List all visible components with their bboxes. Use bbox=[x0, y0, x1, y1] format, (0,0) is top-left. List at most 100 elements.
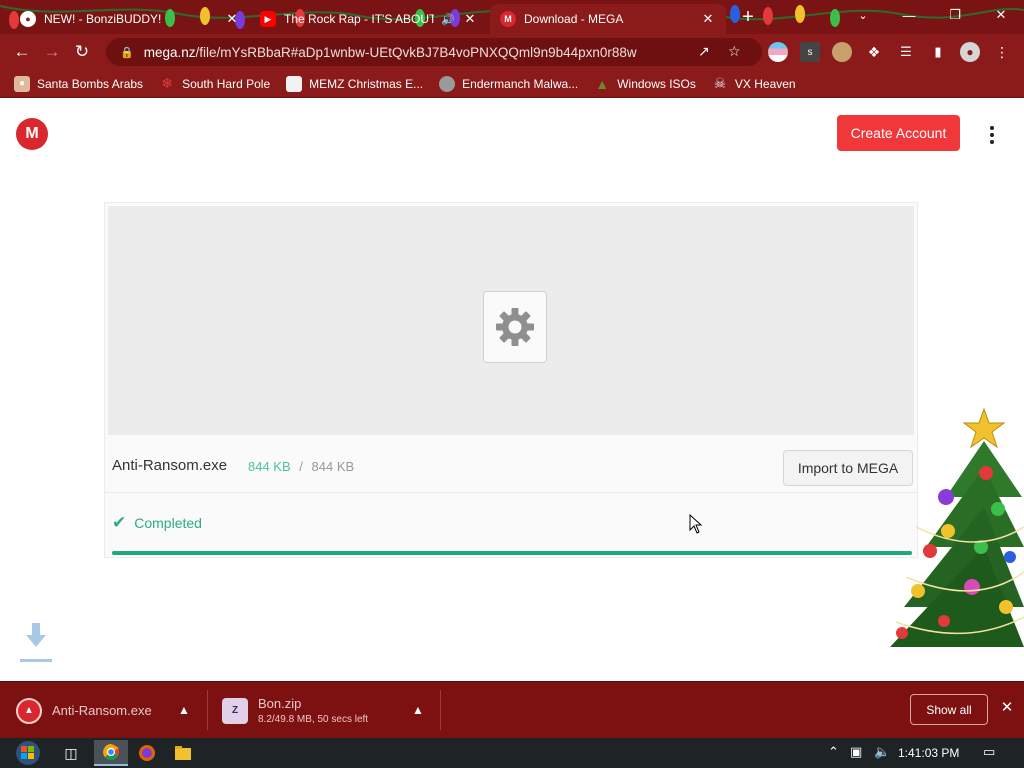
progress-bar-fill bbox=[112, 551, 912, 555]
minimize-icon[interactable]: — bbox=[886, 0, 932, 30]
divider bbox=[207, 690, 208, 730]
url-text[interactable]: mega.nz/file/mYsRBbaR#aDp1wnbw-UEtQvkBJ7… bbox=[144, 45, 684, 60]
close-icon[interactable]: ✕ bbox=[997, 698, 1017, 720]
flag-extension-icon[interactable] bbox=[768, 42, 788, 62]
show-all-button[interactable]: Show all bbox=[910, 694, 988, 725]
download-item[interactable]: ▲ Anti-Ransom.exe ▲ bbox=[16, 682, 196, 739]
folder-icon bbox=[175, 746, 191, 760]
size-separator: / bbox=[299, 459, 303, 474]
bookmarks-bar: ● Santa Bombs Arabs ❄ South Hard Pole ME… bbox=[0, 70, 1024, 98]
side-panel-icon[interactable]: ▮ bbox=[928, 42, 948, 62]
progress-bar bbox=[112, 551, 912, 555]
bookmark-label: Endermanch Malwa... bbox=[462, 76, 579, 91]
download-text: Bon.zip 8.2/49.8 MB, 50 secs left bbox=[258, 696, 368, 725]
checkmark-icon: ✔ bbox=[112, 513, 127, 532]
bookmark-vx-heaven[interactable]: ☠ VX Heaven bbox=[712, 75, 796, 92]
bookmark-label: Windows ISOs bbox=[617, 76, 696, 91]
share-icon[interactable]: ↗ bbox=[698, 43, 710, 60]
close-icon[interactable]: ✕ bbox=[462, 11, 478, 27]
raccoon-icon bbox=[439, 75, 456, 92]
bookmark-santa-bombs[interactable]: ● Santa Bombs Arabs bbox=[14, 75, 144, 92]
close-icon[interactable]: ✕ bbox=[700, 11, 716, 27]
tab-search-icon[interactable]: ⌄ bbox=[852, 4, 874, 26]
bookmark-label: Santa Bombs Arabs bbox=[37, 76, 144, 91]
santa-icon: ● bbox=[14, 75, 30, 92]
s-extension-icon[interactable]: s bbox=[800, 42, 820, 62]
download-name: Anti-Ransom.exe bbox=[52, 703, 152, 718]
download-name: Bon.zip bbox=[258, 696, 302, 711]
tab-mega-download[interactable]: M Download - MEGA ✕ bbox=[490, 4, 726, 34]
gear-icon bbox=[496, 308, 534, 346]
avatar[interactable]: ● bbox=[960, 42, 980, 62]
lock-icon[interactable]: 🔒 bbox=[120, 46, 134, 59]
download-card: Anti-Ransom.exe 844 KB / 844 KB Import t… bbox=[104, 202, 918, 558]
globe-icon: ● bbox=[20, 11, 36, 27]
mega-logo[interactable]: M bbox=[16, 118, 48, 150]
tab-title: NEW! - BonziBUDDY! bbox=[44, 12, 162, 26]
download-shelf: ▲ Anti-Ransom.exe ▲ Z Bon.zip 8.2/49.8 M… bbox=[0, 681, 1024, 738]
snowflake-icon: ❄ bbox=[161, 75, 173, 91]
bookmark-label: South Hard Pole bbox=[182, 76, 271, 91]
taskbar-clock[interactable]: 1:41:03 PM bbox=[898, 738, 959, 768]
zip-icon: Z bbox=[222, 697, 248, 724]
tree-icon: ▲ bbox=[595, 75, 610, 92]
mouse-cursor-icon bbox=[689, 514, 703, 534]
create-account-button[interactable]: Create Account bbox=[837, 115, 960, 151]
restore-icon[interactable]: ❐ bbox=[932, 0, 978, 30]
reload-icon[interactable]: ↻ bbox=[67, 37, 97, 67]
bookmark-star-icon[interactable]: ☆ bbox=[728, 43, 741, 60]
tab-title: The Rock Rap - IT'S ABOUT bbox=[284, 12, 434, 26]
bookmark-memz[interactable]: MEMZ Christmas E... bbox=[286, 75, 424, 92]
file-size: 844 KB / 844 KB bbox=[248, 459, 354, 474]
show-hidden-icons-icon[interactable]: ⌃ bbox=[828, 744, 839, 760]
chevron-up-icon[interactable]: ▲ bbox=[412, 703, 424, 717]
chrome-menu-icon[interactable]: ⋮ bbox=[992, 42, 1012, 62]
tab-rock-rap[interactable]: ▶ The Rock Rap - IT'S ABOUT 🔊 ✕ bbox=[250, 4, 488, 34]
tab-title: Download - MEGA bbox=[524, 12, 624, 26]
more-options-icon[interactable] bbox=[983, 123, 1001, 147]
bookmark-south-hard-pole[interactable]: ❄ South Hard Pole bbox=[159, 75, 271, 92]
profile-extension-icon[interactable] bbox=[832, 42, 852, 62]
puzzle-extensions-icon[interactable]: ❖ bbox=[864, 42, 884, 62]
back-icon[interactable]: ← bbox=[7, 37, 37, 67]
network-icon[interactable]: ▣ bbox=[850, 744, 862, 760]
forward-icon[interactable]: → bbox=[37, 37, 67, 67]
tab-bonzibuddy[interactable]: ● NEW! - BonziBUDDY! ✕ bbox=[10, 4, 250, 34]
downloaded-size: 844 KB bbox=[248, 459, 291, 474]
christmas-tree-decoration bbox=[890, 407, 1024, 647]
url-path: /file/mYsRBbaR#aDp1wnbw-UEtQvkBJ7B4voPNX… bbox=[195, 44, 637, 60]
volume-icon[interactable]: 🔈 bbox=[874, 744, 890, 760]
media-queue-icon[interactable]: ☰ bbox=[896, 42, 916, 62]
tab-strip: ● NEW! - BonziBUDDY! ✕ ▶ The Rock Rap - … bbox=[0, 0, 1024, 34]
new-tab-button[interactable]: + bbox=[736, 6, 760, 28]
chrome-taskbar-icon[interactable] bbox=[94, 740, 128, 766]
mega-page: M Create Account Anti-Ransom.exe 844 KB … bbox=[0, 99, 1024, 681]
chevron-up-icon[interactable]: ▲ bbox=[178, 703, 190, 717]
address-bar[interactable]: 🔒 mega.nz/file/mYsRBbaR#aDp1wnbw-UEtQvkB… bbox=[106, 38, 762, 66]
window-controls: — ❐ ✕ bbox=[886, 0, 1024, 30]
task-view-icon[interactable]: ◫ bbox=[54, 740, 88, 766]
mega-icon: M bbox=[500, 11, 516, 27]
start-button[interactable] bbox=[8, 740, 48, 766]
download-status: ✔ Completed bbox=[112, 513, 202, 533]
bookmark-label: MEMZ Christmas E... bbox=[309, 76, 424, 91]
bookmark-windows-isos[interactable]: ▲ Windows ISOs bbox=[594, 76, 696, 92]
firefox-taskbar-icon[interactable] bbox=[130, 740, 164, 766]
firefox-icon bbox=[139, 745, 155, 761]
download-progress-text: 8.2/49.8 MB, 50 secs left bbox=[258, 714, 369, 725]
youtube-icon: ▶ bbox=[260, 11, 276, 27]
total-size: 844 KB bbox=[311, 459, 355, 474]
file-preview bbox=[108, 206, 914, 435]
bookmark-endermanch[interactable]: Endermanch Malwa... bbox=[439, 75, 579, 92]
chrome-icon bbox=[103, 744, 119, 760]
download-arrow-icon[interactable] bbox=[20, 621, 52, 665]
close-icon[interactable]: ✕ bbox=[224, 11, 240, 27]
divider bbox=[440, 690, 441, 730]
speaker-icon[interactable]: 🔊 bbox=[440, 13, 456, 26]
close-window-icon[interactable]: ✕ bbox=[978, 0, 1024, 30]
url-host: mega.nz bbox=[143, 44, 196, 60]
file-name: Anti-Ransom.exe bbox=[112, 457, 228, 474]
download-item[interactable]: Z Bon.zip 8.2/49.8 MB, 50 secs left ▲ bbox=[222, 682, 432, 739]
file-explorer-taskbar-icon[interactable] bbox=[166, 740, 200, 766]
notifications-icon[interactable]: ▭ bbox=[983, 744, 995, 760]
